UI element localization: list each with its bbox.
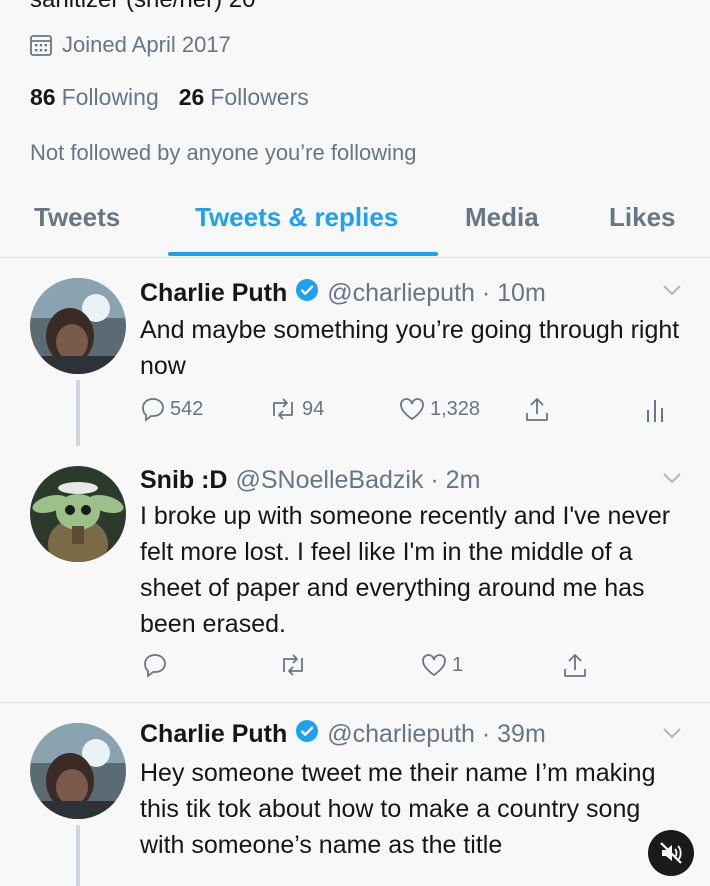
heart-icon [400,398,424,421]
tab-tweets-and-replies[interactable]: Tweets & replies [195,202,398,233]
followers-link[interactable]: 26 Followers [179,84,309,111]
share-button[interactable] [562,652,588,680]
reply-count: 542 [170,397,204,420]
retweet-icon [273,398,293,420]
tab-media[interactable]: Media [465,202,539,233]
reply-button[interactable] [142,652,168,678]
share-icon [526,398,548,421]
share-button[interactable] [524,396,550,424]
like-button[interactable]: 1,328 [398,396,480,422]
author-handle[interactable]: @charlieputh · 10m [327,279,546,308]
joined-date: Joined April 2017 [30,32,231,58]
joined-label: Joined April 2017 [62,32,231,57]
thread-line [76,380,80,446]
follow-stats: 86 Following 26 Followers [30,84,309,111]
like-count: 1 [452,653,464,676]
avatar[interactable] [30,466,126,562]
author-name[interactable]: Charlie Puth [140,720,287,749]
heart-icon [422,654,446,677]
tweet-header: Charlie Puth @charlieputh · 10m [140,278,546,309]
mute-button[interactable] [648,830,694,876]
tweet-text: I broke up with someone recently and I'v… [140,502,671,638]
verified-icon [295,719,319,750]
chevron-down-icon[interactable] [660,470,684,491]
like-button[interactable]: 1 [420,652,463,678]
verified-icon [295,278,319,309]
retweet-button[interactable] [278,652,308,678]
tweet-text: Hey someone tweet me their name I’m maki… [140,759,656,859]
author-handle[interactable]: @charlieputh · 39m [327,720,546,749]
chevron-down-icon[interactable] [660,282,684,303]
tweet-item[interactable]: Snib :D @SNoelleBadzik · 2m I broke up w… [0,446,710,702]
share-icon [564,654,586,677]
retweet-button[interactable]: 94 [268,396,324,422]
following-link[interactable]: 86 Following [30,84,159,111]
analytics-button[interactable] [644,396,666,424]
tweet-header: Charlie Puth @charlieputh · 39m [140,719,546,750]
calendar-icon [30,34,52,56]
tweet-header: Snib :D @SNoelleBadzik · 2m [140,466,480,495]
tweet-actions: 1 [140,652,680,684]
retweet-icon [283,654,303,676]
speaker-muted-icon [660,842,682,864]
tweet-item[interactable]: Charlie Puth @charlieputh · 39m Hey some… [0,703,710,886]
tweet-item[interactable]: Charlie Puth @charlieputh · 10m And mayb… [0,258,710,446]
like-count: 1,328 [430,397,481,420]
tab-likes[interactable]: Likes [609,202,676,233]
reply-button[interactable]: 542 [140,396,203,422]
avatar[interactable] [30,278,126,374]
author-handle[interactable]: @SNoelleBadzik · 2m [236,466,481,495]
tweet-text: And maybe something you’re going through… [140,316,680,380]
active-tab-indicator [168,252,438,256]
profile-tabs: Tweets Tweets & replies Media Likes [0,190,710,258]
avatar[interactable] [30,723,126,819]
thread-line [76,825,80,886]
tweet-actions: 542 94 1,328 [140,396,680,428]
analytics-icon [647,400,663,422]
tab-tweets[interactable]: Tweets [34,202,120,233]
profile-bio: sanitizer (she/her) 20 [30,0,255,14]
reply-icon [144,654,166,678]
not-followed-notice: Not followed by anyone you’re following [30,140,417,165]
retweet-count: 94 [302,397,325,420]
author-name[interactable]: Charlie Puth [140,279,287,308]
reply-icon [142,398,164,422]
chevron-down-icon[interactable] [660,725,684,746]
author-name[interactable]: Snib :D [140,466,228,495]
